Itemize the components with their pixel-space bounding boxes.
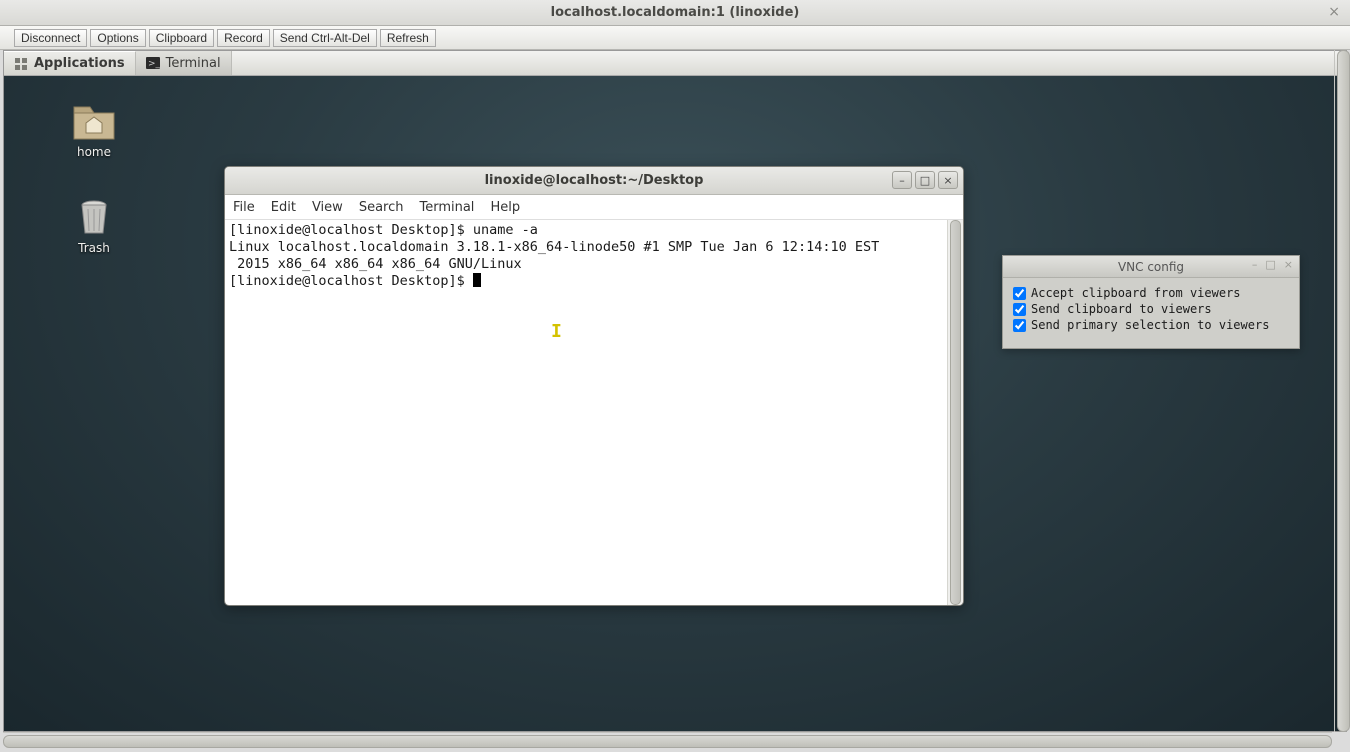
vnc-opt-send-clipboard[interactable]: Send clipboard to viewers [1013,302,1289,316]
text-cursor-ibeam-icon: I [551,323,562,340]
viewer-vertical-scroll-thumb[interactable] [1337,50,1350,732]
send-ctrl-alt-del-button[interactable]: Send Ctrl-Alt-Del [273,29,377,47]
terminal-scroll-thumb[interactable] [950,220,961,605]
term-line-3: [linoxide@localhost Desktop]$ [229,273,473,289]
record-button[interactable]: Record [217,29,270,47]
menu-terminal[interactable]: Terminal [419,200,474,215]
vnc-opt-send-primary[interactable]: Send primary selection to viewers [1013,318,1289,332]
vnc-config-maximize-button[interactable]: □ [1265,258,1275,271]
svg-text:>_: >_ [148,59,160,69]
vnc-opt3-label: Send primary selection to viewers [1031,318,1269,332]
terminal-close-button[interactable]: × [938,171,958,189]
terminal-scrollbar[interactable] [947,220,963,605]
vnc-viewport: Applications >_ Terminal home [3,50,1347,732]
vnc-config-window[interactable]: VNC config – □ × Accept clipboard from v… [1002,255,1300,349]
applications-menu-button[interactable]: Applications [4,51,136,75]
disconnect-button[interactable]: Disconnect [14,29,87,47]
terminal-menubar: File Edit View Search Terminal Help [225,195,963,220]
vnc-opt3-checkbox[interactable] [1013,319,1026,332]
desktop-home-label: home [59,145,129,159]
terminal-window-controls: – □ × [892,171,958,189]
applications-label: Applications [34,56,125,71]
terminal-maximize-button[interactable]: □ [915,171,935,189]
vnc-toolbar: Disconnect Options Clipboard Record Send… [0,26,1350,50]
refresh-button[interactable]: Refresh [380,29,436,47]
term-line-2: 2015 x86_64 x86_64 x86_64 GNU/Linux [229,256,522,272]
term-line-0: [linoxide@localhost Desktop]$ uname -a [229,222,538,238]
menu-view[interactable]: View [312,200,343,215]
menu-edit[interactable]: Edit [271,200,296,215]
terminal-cursor [473,273,481,287]
outer-close-icon[interactable]: × [1328,4,1340,20]
vnc-config-window-controls: – □ × [1252,258,1293,271]
menu-help[interactable]: Help [490,200,520,215]
folder-home-icon [72,103,116,141]
vnc-config-titlebar[interactable]: VNC config – □ × [1003,256,1299,278]
vnc-opt-accept-clipboard[interactable]: Accept clipboard from viewers [1013,286,1289,300]
taskbar-terminal-button[interactable]: >_ Terminal [136,51,232,75]
trash-icon [72,199,116,237]
vnc-config-title: VNC config [1118,260,1184,274]
terminal-body[interactable]: [linoxide@localhost Desktop]$ uname -a L… [225,220,963,605]
terminal-icon: >_ [146,56,160,70]
terminal-title: linoxide@localhost:~/Desktop [485,173,704,188]
outer-titlebar: localhost.localdomain:1 (linoxide) × [0,0,1350,26]
terminal-titlebar[interactable]: linoxide@localhost:~/Desktop – □ × [225,167,963,195]
viewer-horizontal-scroll-thumb[interactable] [3,735,1332,748]
remote-taskbar: Applications >_ Terminal [4,51,1346,76]
outer-window-title: localhost.localdomain:1 (linoxide) [551,5,800,20]
taskbar-terminal-label: Terminal [166,56,221,71]
vnc-config-body: Accept clipboard from viewers Send clipb… [1003,278,1299,348]
applications-icon [14,57,28,71]
vnc-opt2-label: Send clipboard to viewers [1031,302,1212,316]
vnc-config-minimize-button[interactable]: – [1252,258,1258,271]
viewer-vertical-scrollbar[interactable] [1334,50,1350,732]
vnc-config-close-button[interactable]: × [1284,258,1293,271]
clipboard-button[interactable]: Clipboard [149,29,214,47]
vnc-opt1-checkbox[interactable] [1013,287,1026,300]
vnc-opt2-checkbox[interactable] [1013,303,1026,316]
desktop-home-icon[interactable]: home [59,103,129,159]
remote-desktop[interactable]: Applications >_ Terminal home [4,51,1346,731]
options-button[interactable]: Options [90,29,145,47]
term-line-1: Linux localhost.localdomain 3.18.1-x86_6… [229,239,879,255]
vnc-opt1-label: Accept clipboard from viewers [1031,286,1241,300]
menu-search[interactable]: Search [359,200,404,215]
desktop-trash-icon[interactable]: Trash [59,199,129,255]
desktop-trash-label: Trash [59,241,129,255]
menu-file[interactable]: File [233,200,255,215]
viewer-horizontal-scrollbar[interactable] [3,732,1332,750]
terminal-window[interactable]: linoxide@localhost:~/Desktop – □ × File … [224,166,964,606]
terminal-minimize-button[interactable]: – [892,171,912,189]
